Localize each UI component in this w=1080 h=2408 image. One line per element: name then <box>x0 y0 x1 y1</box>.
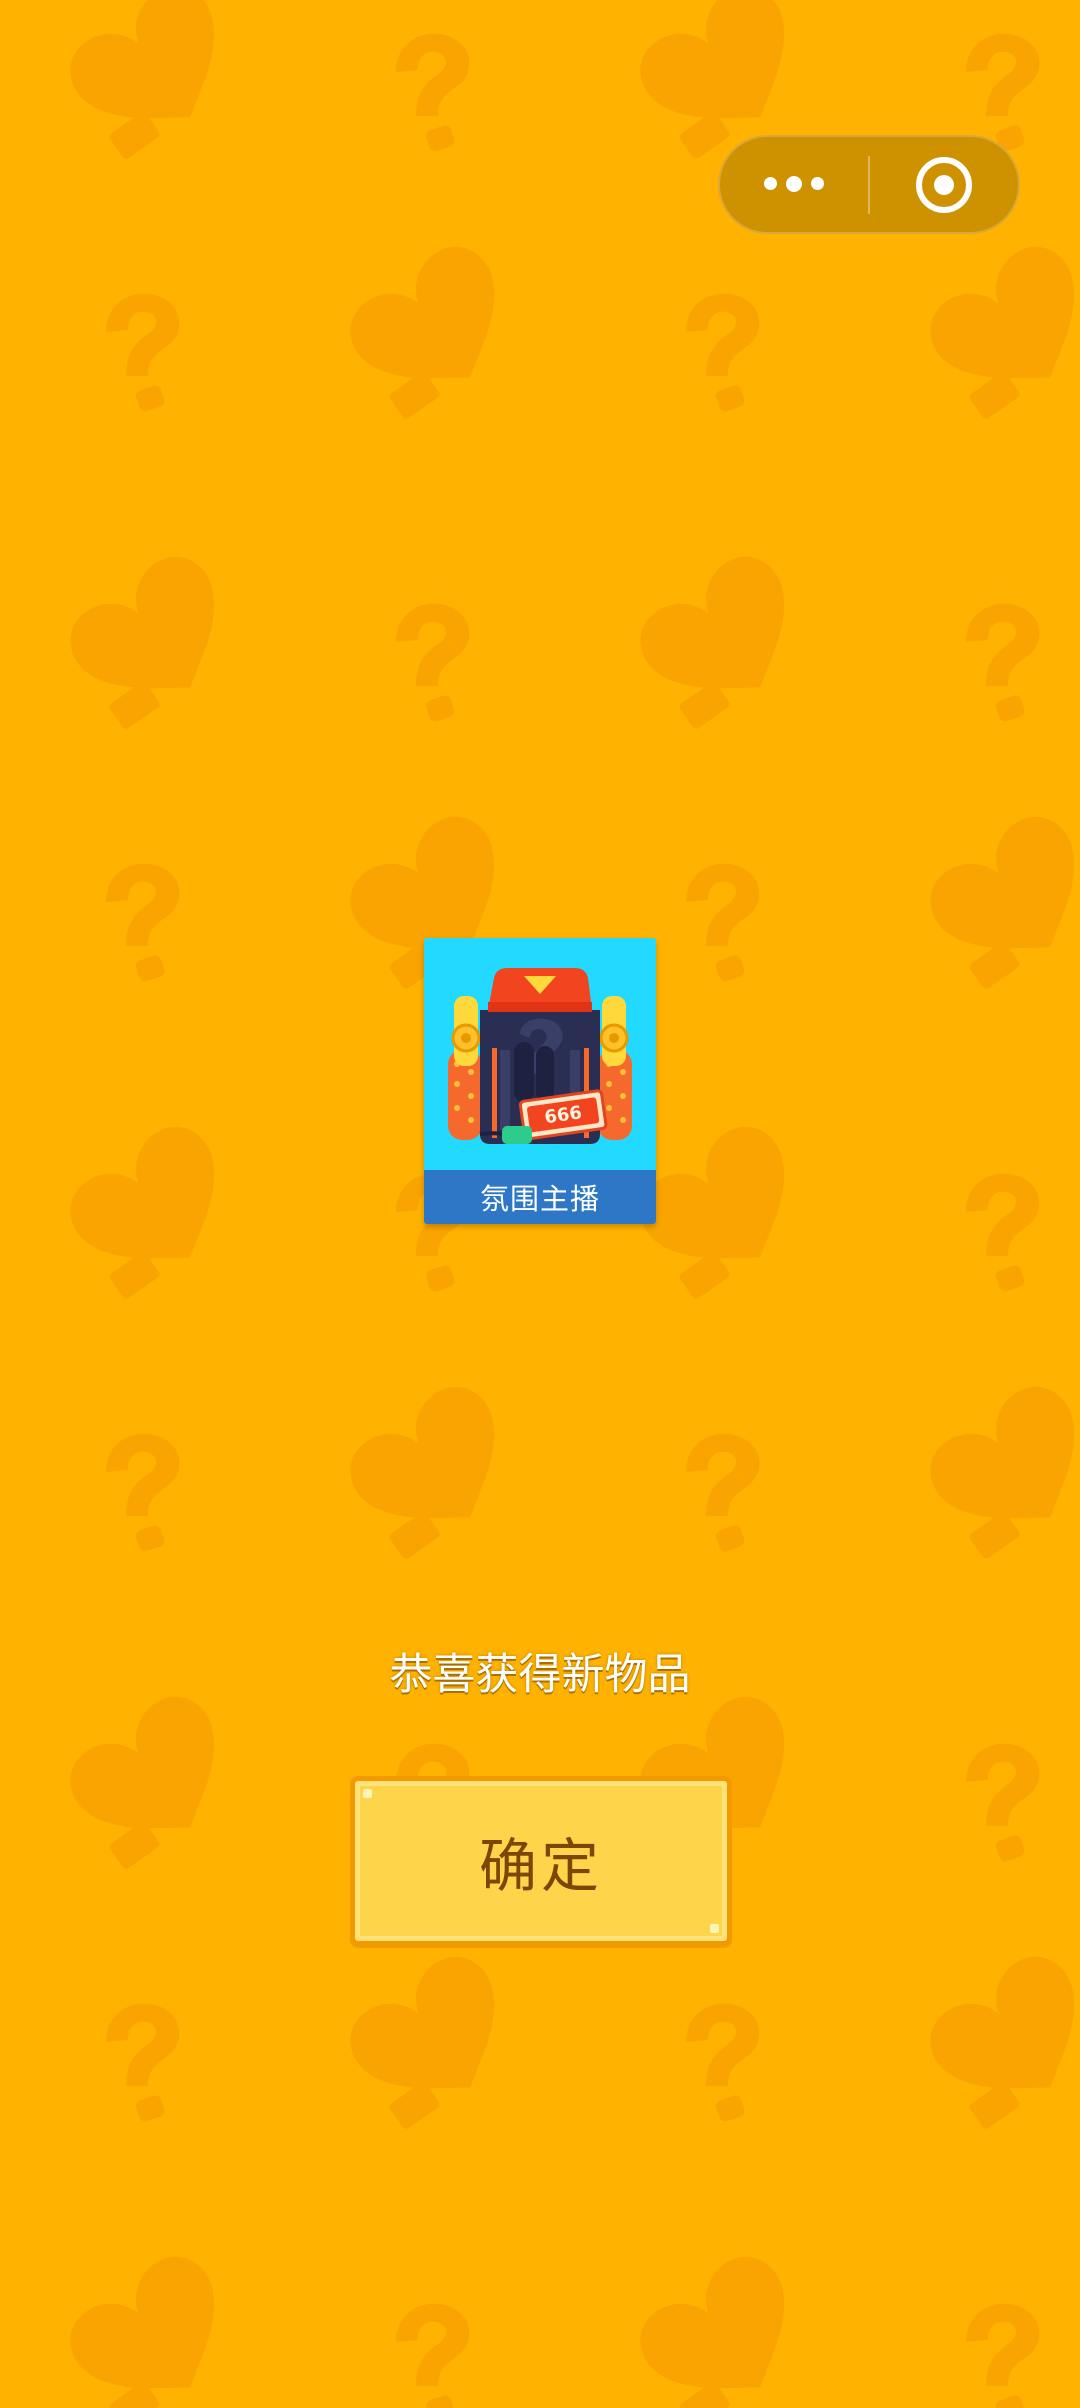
more-options-button[interactable] <box>720 137 868 232</box>
confirm-button[interactable]: 确定 <box>350 1776 732 1946</box>
target-circle-icon <box>916 156 972 213</box>
item-name: 氛围主播 <box>479 1182 600 1216</box>
mini-program-capsule <box>718 135 1020 234</box>
reward-item-card: 666 氛围主播 <box>424 938 656 1224</box>
item-label-bar: 氛围主播 <box>424 1170 656 1224</box>
button-rivet <box>710 1924 719 1933</box>
button-rivet <box>363 1789 372 1798</box>
speaker-item-icon: 666 <box>448 968 632 1144</box>
more-dots-icon <box>764 175 824 192</box>
close-mini-program-button[interactable] <box>870 137 1018 232</box>
confirm-label: 确定 <box>478 1832 603 1900</box>
reward-message: 恭喜获得新物品 <box>389 1650 691 1700</box>
